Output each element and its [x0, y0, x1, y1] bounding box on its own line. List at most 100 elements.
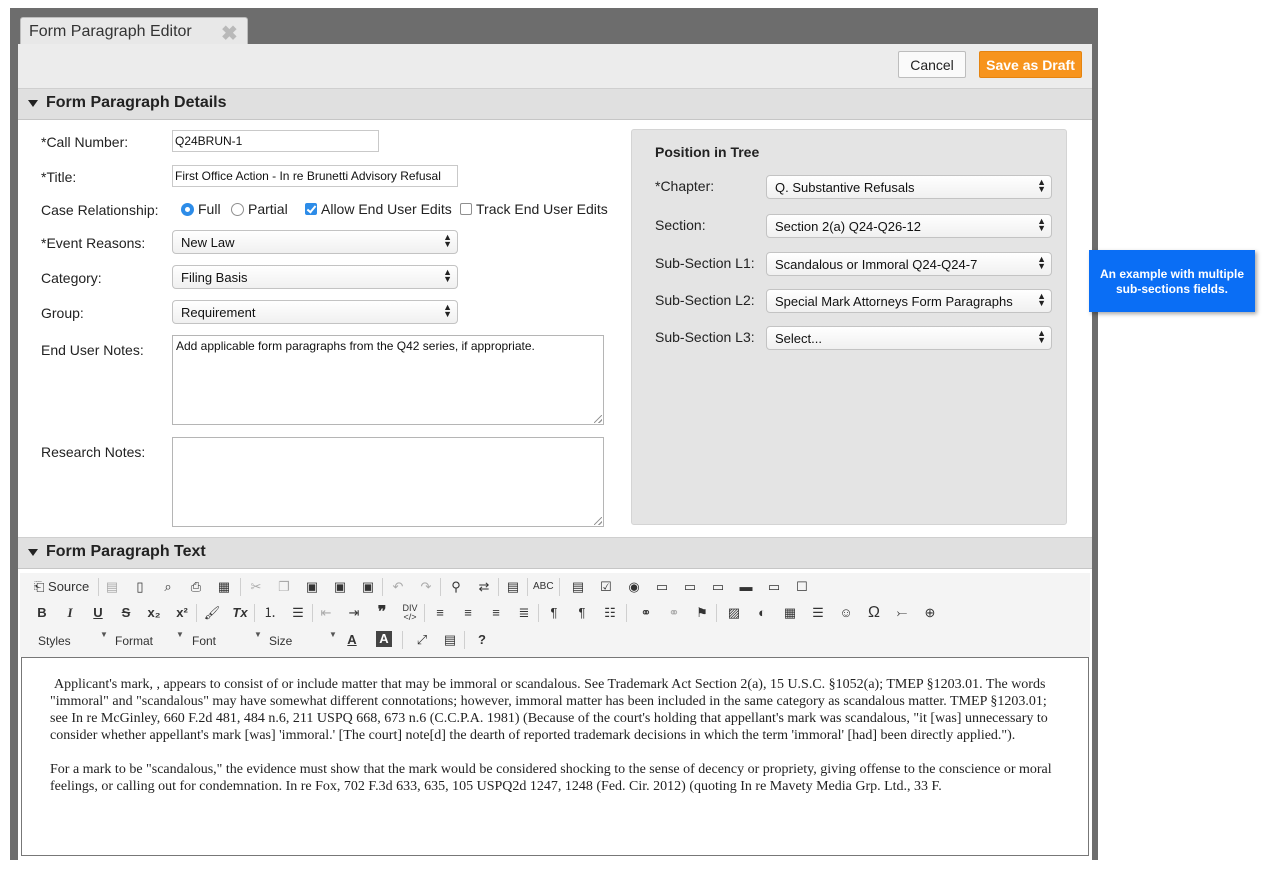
italic-icon[interactable]: I	[60, 604, 80, 622]
templates-icon[interactable]: ▦	[214, 578, 234, 596]
flash-icon[interactable]: ◐	[752, 604, 772, 622]
event-reasons-select[interactable]: New Law ▲ ▼	[172, 230, 458, 254]
align-left-icon[interactable]: ≡	[430, 604, 450, 622]
research-notes-textarea[interactable]	[172, 437, 604, 527]
editor-content-area[interactable]: Applicant's mark, , appears to consist o…	[21, 657, 1089, 856]
background-color-icon[interactable]: A	[376, 631, 392, 647]
horizontal-rule-icon[interactable]: ☰	[808, 604, 828, 622]
indent-icon[interactable]: ⇥	[344, 604, 364, 622]
strikethrough-icon[interactable]: S	[116, 604, 136, 622]
styles-combo[interactable]: Styles ▼	[38, 630, 108, 648]
toolbar-separator	[464, 631, 465, 649]
page-break-icon[interactable]: ⤚	[892, 604, 912, 622]
title-input[interactable]: First Office Action - In re Brunetti Adv…	[172, 165, 458, 187]
select-all-icon[interactable]: ▤	[503, 578, 523, 596]
tab-form-paragraph-editor[interactable]: Form Paragraph Editor ✖	[20, 17, 248, 46]
collapse-triangle-icon[interactable]	[28, 100, 38, 107]
text-color-icon[interactable]: A	[342, 631, 362, 649]
section-select[interactable]: Section 2(a) Q24-Q26-12 ▲ ▼	[766, 214, 1052, 238]
paste-icon[interactable]: ▣	[302, 578, 322, 596]
blockquote-icon[interactable]: ❞	[372, 604, 392, 622]
new-page-icon[interactable]: ▯	[130, 578, 150, 596]
numbered-list-icon[interactable]: ⒈	[260, 604, 280, 622]
help-icon[interactable]: ?	[472, 631, 492, 649]
ltr-icon[interactable]: ¶	[544, 604, 564, 622]
group-value: Requirement	[181, 305, 256, 320]
bulleted-list-icon[interactable]: ☰	[288, 604, 308, 622]
redo-icon[interactable]: ↷	[416, 578, 436, 596]
outdent-icon[interactable]: ⇤	[316, 604, 336, 622]
allow-edits-checkbox[interactable]	[305, 203, 317, 215]
button-field-icon[interactable]: ▬	[736, 578, 756, 596]
save-as-draft-button[interactable]: Save as Draft	[979, 51, 1082, 78]
close-icon[interactable]: ✖	[221, 21, 238, 46]
sub-section-l3-select[interactable]: Select... ▲ ▼	[766, 326, 1052, 350]
select-field-icon[interactable]: ▭	[708, 578, 728, 596]
call-number-input[interactable]: Q24BRUN-1	[172, 130, 379, 152]
remove-format-icon[interactable]: Tx	[230, 604, 250, 622]
copy-icon[interactable]: ❐	[274, 578, 294, 596]
undo-icon[interactable]: ↶	[388, 578, 408, 596]
iframe-icon[interactable]: ⊕	[920, 604, 940, 622]
source-button[interactable]: ⎗ Source	[34, 579, 89, 595]
end-user-notes-textarea[interactable]: Add applicable form paragraphs from the …	[172, 335, 604, 425]
size-combo[interactable]: Size ▼	[269, 630, 337, 648]
collapse-triangle-icon[interactable]	[28, 549, 38, 556]
textarea-icon[interactable]: ▭	[680, 578, 700, 596]
replace-icon[interactable]: ⇄	[474, 578, 494, 596]
find-icon[interactable]: ⚲	[446, 578, 466, 596]
div-container-icon[interactable]: DIV </>	[400, 604, 420, 622]
category-select[interactable]: Filing Basis ▲ ▼	[172, 265, 458, 289]
bold-icon[interactable]: B	[32, 604, 52, 622]
anchor-icon[interactable]: ⚑	[692, 604, 712, 622]
image-button-icon[interactable]: ▭	[764, 578, 784, 596]
spellcheck-icon[interactable]: ABC	[533, 578, 554, 596]
resize-grip-icon[interactable]	[594, 517, 602, 525]
maximize-icon[interactable]: ⤢	[412, 631, 432, 649]
rtl-icon[interactable]: ¶	[572, 604, 592, 622]
table-icon[interactable]: ▦	[780, 604, 800, 622]
paste-word-icon[interactable]: ▣	[358, 578, 378, 596]
align-center-icon[interactable]: ≡	[458, 604, 478, 622]
smiley-icon[interactable]: ☺	[836, 604, 856, 622]
underline-icon[interactable]: U	[88, 604, 108, 622]
radio-full[interactable]	[181, 203, 194, 216]
category-label: Category:	[41, 270, 102, 286]
subscript-icon[interactable]: x₂	[144, 604, 164, 622]
save-icon[interactable]: ▤	[102, 578, 122, 596]
chapter-select[interactable]: Q. Substantive Refusals ▲ ▼	[766, 175, 1052, 199]
align-right-icon[interactable]: ≡	[486, 604, 506, 622]
sub-section-l2-value: Special Mark Attorneys Form Paragraphs	[775, 294, 1013, 309]
checkbox-icon[interactable]: ☑	[596, 578, 616, 596]
cut-icon[interactable]: ✂	[246, 578, 266, 596]
show-blocks-icon[interactable]: ▤	[440, 631, 460, 649]
sub-section-l1-select[interactable]: Scandalous or Immoral Q24-Q24-7 ▲ ▼	[766, 252, 1052, 276]
resize-grip-icon[interactable]	[594, 415, 602, 423]
link-icon[interactable]: ⚭	[636, 604, 656, 622]
font-combo[interactable]: Font ▼	[192, 630, 262, 648]
cancel-button[interactable]: Cancel	[898, 51, 966, 78]
copy-format-icon[interactable]: 🖌	[202, 604, 222, 622]
format-combo[interactable]: Format ▼	[115, 630, 184, 648]
special-char-icon[interactable]: Ω	[864, 604, 884, 622]
hidden-field-icon[interactable]: ☐	[792, 578, 812, 596]
preview-icon[interactable]: ⌕	[158, 578, 178, 596]
track-edits-checkbox[interactable]	[460, 203, 472, 215]
radio-partial[interactable]	[231, 203, 244, 216]
paste-text-icon[interactable]: ▣	[330, 578, 350, 596]
text-section-header[interactable]: Form Paragraph Text	[18, 537, 1092, 569]
print-icon[interactable]: ⎙	[186, 578, 206, 596]
unlink-icon[interactable]: ⚭	[664, 604, 684, 622]
radio-icon[interactable]: ◉	[624, 578, 644, 596]
group-select[interactable]: Requirement ▲ ▼	[172, 300, 458, 324]
justify-icon[interactable]: ≣	[514, 604, 534, 622]
image-icon[interactable]: ▨	[724, 604, 744, 622]
superscript-icon[interactable]: x²	[172, 604, 192, 622]
select-arrows-icon: ▲ ▼	[1037, 254, 1046, 271]
sub-section-l2-select[interactable]: Special Mark Attorneys Form Paragraphs ▲…	[766, 289, 1052, 313]
textfield-icon[interactable]: ▭	[652, 578, 672, 596]
language-icon[interactable]: ☷	[600, 604, 620, 622]
details-section-header[interactable]: Form Paragraph Details	[18, 88, 1092, 120]
form-icon[interactable]: ▤	[568, 578, 588, 596]
toolbar-separator	[527, 578, 528, 596]
